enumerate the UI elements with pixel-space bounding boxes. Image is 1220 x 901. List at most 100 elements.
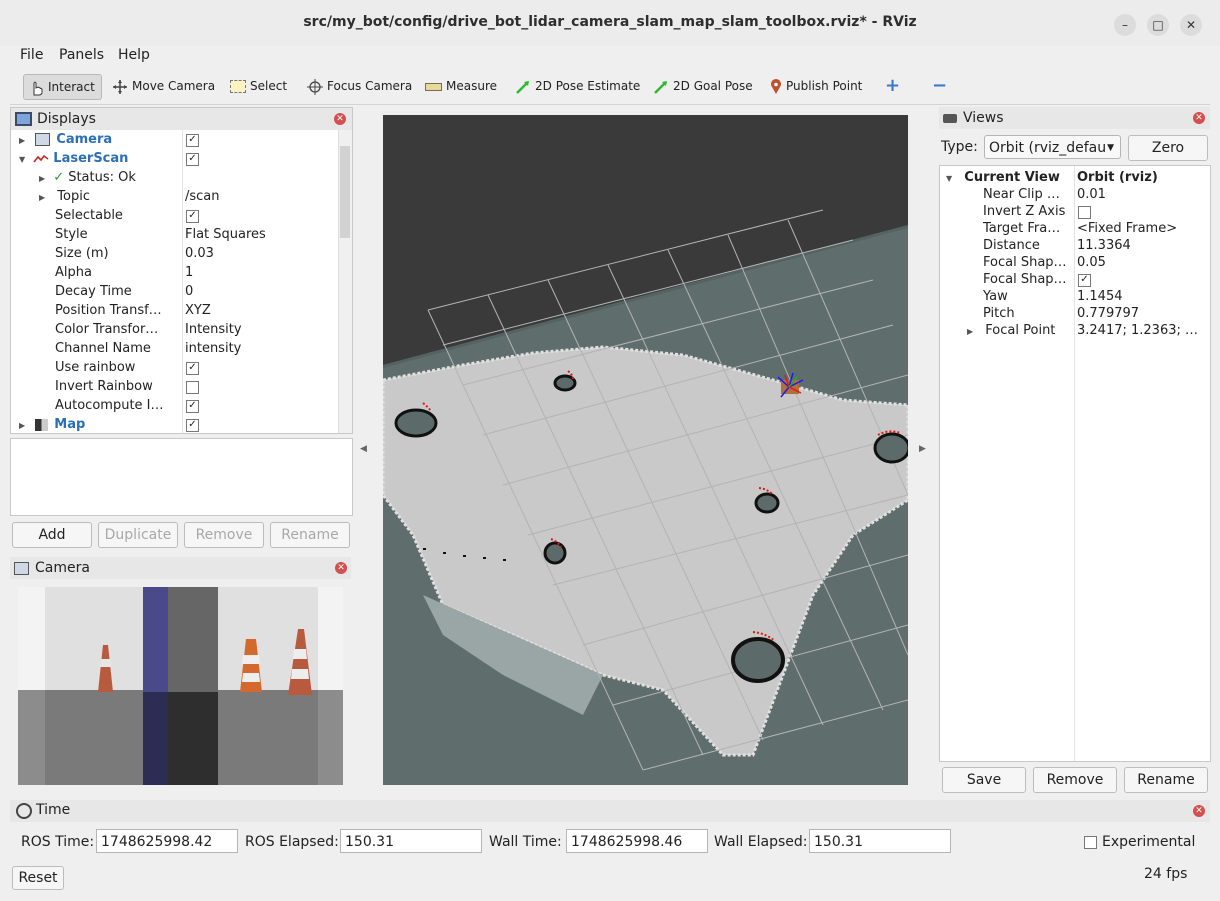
invert-z-checkbox[interactable] xyxy=(1078,206,1091,219)
property-value[interactable]: 0 xyxy=(185,282,193,301)
ros-time-field[interactable]: 1748625998.42 xyxy=(96,829,238,853)
collapse-icon[interactable]: ▼ xyxy=(946,169,952,188)
focus-camera-label: Focus Camera xyxy=(327,79,413,93)
status-label: Status: Ok xyxy=(68,170,136,185)
pose-estimate-label: 2D Pose Estimate xyxy=(535,79,641,93)
scrollbar-thumb[interactable] xyxy=(340,146,350,238)
property-label: Topic xyxy=(57,189,90,204)
close-panel-icon[interactable]: ✕ xyxy=(334,113,346,125)
enable-checkbox[interactable]: ✓ xyxy=(186,134,199,147)
autocompute-checkbox[interactable]: ✓ xyxy=(186,400,199,413)
property-value[interactable]: XYZ xyxy=(185,301,211,320)
view-prop-value[interactable]: 0.05 xyxy=(1077,253,1106,272)
video-camera-icon xyxy=(943,113,957,123)
property-value[interactable]: intensity xyxy=(185,339,241,358)
ros-elapsed-field[interactable]: 150.31 xyxy=(340,829,482,853)
maximize-button[interactable]: □ xyxy=(1147,14,1169,36)
focal-point-row[interactable]: ▶ Focal Point xyxy=(967,321,1055,340)
focal-shape-checkbox[interactable]: ✓ xyxy=(1078,274,1091,287)
close-button[interactable]: ✕ xyxy=(1180,14,1202,36)
rename-view-button[interactable]: Rename xyxy=(1124,767,1208,793)
view-type-value: Orbit (rviz_defau xyxy=(989,140,1107,156)
measure-tool[interactable]: Measure xyxy=(425,74,497,98)
enable-checkbox[interactable]: ✓ xyxy=(186,153,199,166)
displays-header: Displays xyxy=(11,108,352,130)
window-title: src/my_bot/config/drive_bot_lidar_camera… xyxy=(303,14,917,30)
use-rainbow-checkbox[interactable]: ✓ xyxy=(186,362,199,375)
remove-tool-icon[interactable]: − xyxy=(932,74,947,98)
experimental-checkbox[interactable] xyxy=(1084,836,1097,849)
close-panel-icon[interactable]: ✕ xyxy=(1193,805,1205,817)
collapse-right-icon[interactable]: ▶ xyxy=(919,444,926,454)
collapse-left-icon[interactable]: ◀ xyxy=(360,444,367,454)
display-label: Camera xyxy=(56,132,113,147)
selectable-checkbox[interactable]: ✓ xyxy=(186,210,199,223)
enable-checkbox[interactable]: ✓ xyxy=(186,419,199,432)
property-row-topic[interactable]: ▶ Topic xyxy=(39,187,90,206)
display-row-camera[interactable]: ▶ Camera xyxy=(19,130,112,149)
property-label: Position Transf… xyxy=(55,303,162,318)
camera-panel-title: Camera xyxy=(35,560,90,576)
wall-time-field[interactable]: 1748625998.46 xyxy=(566,829,708,853)
property-value[interactable]: /scan xyxy=(185,187,220,206)
rename-display-button[interactable]: Rename xyxy=(270,522,350,548)
display-label: Map xyxy=(54,417,86,432)
expand-icon[interactable]: ▶ xyxy=(39,169,45,188)
expand-icon[interactable]: ▶ xyxy=(967,322,973,341)
view-prop-value[interactable]: 3.2417; 1.2363; … xyxy=(1077,321,1198,340)
invert-rainbow-checkbox[interactable] xyxy=(186,381,199,394)
render-viewport[interactable] xyxy=(383,115,908,785)
remove-display-button[interactable]: Remove xyxy=(184,522,264,548)
vertical-scrollbar[interactable] xyxy=(338,130,352,433)
camera-panel: Camera ✕ xyxy=(10,557,351,789)
property-value[interactable]: Intensity xyxy=(185,320,242,339)
select-label: Select xyxy=(250,79,288,93)
remove-view-button[interactable]: Remove xyxy=(1033,767,1117,793)
expand-icon[interactable]: ▶ xyxy=(39,188,45,207)
move-camera-label: Move Camera xyxy=(132,79,216,93)
time-title: Time xyxy=(36,802,71,818)
close-panel-icon[interactable]: ✕ xyxy=(335,562,347,574)
display-row-laserscan[interactable]: ▼ LaserScan xyxy=(19,149,128,168)
goal-pose-tool[interactable]: 2D Goal Pose xyxy=(653,74,753,98)
zero-button[interactable]: Zero xyxy=(1128,135,1208,161)
property-value[interactable]: 1 xyxy=(185,263,193,282)
measure-label: Measure xyxy=(446,79,497,93)
laser-icon xyxy=(33,154,49,162)
save-view-button[interactable]: Save xyxy=(942,767,1026,793)
experimental-label: Experimental xyxy=(1102,834,1196,850)
time-header: Time ✕ xyxy=(10,800,1210,822)
focus-camera-tool[interactable]: Focus Camera xyxy=(307,74,412,98)
add-button[interactable]: Add xyxy=(12,522,92,548)
duplicate-button[interactable]: Duplicate xyxy=(98,522,178,548)
property-label: Style xyxy=(55,227,88,242)
view-type-select[interactable]: Orbit (rviz_defau ▼ xyxy=(984,135,1121,159)
property-value[interactable]: Flat Squares xyxy=(185,225,266,244)
green-arrow-icon xyxy=(654,80,667,94)
add-tool-icon[interactable]: + xyxy=(885,74,900,98)
view-prop-value[interactable]: 0.01 xyxy=(1077,185,1106,204)
close-panel-icon[interactable]: ✕ xyxy=(1193,112,1205,124)
current-view-label: Current View xyxy=(964,170,1060,185)
collapse-icon[interactable]: ▼ xyxy=(19,150,25,169)
expand-icon[interactable]: ▶ xyxy=(19,416,25,435)
menu-help[interactable]: Help xyxy=(118,47,150,63)
select-tool[interactable]: Select xyxy=(230,74,287,98)
pose-estimate-tool[interactable]: 2D Pose Estimate xyxy=(515,74,640,98)
interact-tool[interactable]: Interact xyxy=(23,74,102,100)
property-label: Alpha xyxy=(55,265,92,280)
property-value[interactable]: 0.03 xyxy=(185,244,214,263)
wall-elapsed-field[interactable]: 150.31 xyxy=(809,829,951,853)
menu-panels[interactable]: Panels xyxy=(59,47,104,63)
views-panel: Views ✕ Type: Orbit (rviz_defau ▼ Zero ▼… xyxy=(939,107,1211,762)
menu-file[interactable]: File xyxy=(20,47,43,63)
expand-icon[interactable]: ▶ xyxy=(19,131,25,150)
display-row-map[interactable]: ▶ Map xyxy=(19,415,85,434)
camera-icon xyxy=(14,561,29,575)
green-arrow-icon xyxy=(516,80,529,94)
publish-point-tool[interactable]: Publish Point xyxy=(770,74,862,98)
status-row[interactable]: ▶ ✓ Status: Ok xyxy=(39,168,136,187)
minimize-button[interactable]: – xyxy=(1114,14,1136,36)
move-camera-tool[interactable]: Move Camera xyxy=(112,74,215,98)
reset-button[interactable]: Reset xyxy=(12,866,64,890)
